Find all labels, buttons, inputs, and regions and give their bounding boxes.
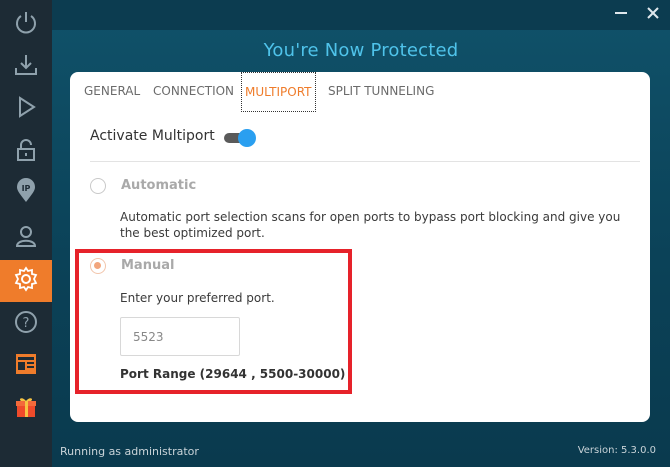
sidebar: IP ? [0, 0, 52, 467]
sidebar-item-download[interactable] [0, 46, 52, 88]
manual-label: Manual [121, 258, 175, 273]
sidebar-item-play[interactable] [0, 88, 52, 130]
port-range-label: Port Range (29644 , 5500-30000) [120, 367, 346, 381]
version-label: Version: 5.3.0.0 [577, 445, 656, 456]
settings-card: GENERAL CONNECTION MULTIPORT SPLIT TUNNE… [70, 72, 650, 422]
gift-icon [13, 394, 39, 425]
gear-icon [13, 265, 39, 297]
sidebar-item-settings[interactable] [0, 260, 52, 302]
tab-connection[interactable]: CONNECTION [153, 84, 234, 98]
minimize-icon [614, 6, 628, 25]
sidebar-item-lock[interactable] [0, 131, 52, 173]
title-bar [52, 0, 670, 30]
user-icon [13, 223, 39, 254]
port-input[interactable] [120, 317, 240, 356]
ip-icon-label: IP [22, 184, 31, 193]
sidebar-item-help[interactable]: ? [0, 303, 52, 345]
page-title: You're Now Protected [263, 40, 459, 61]
ip-location-icon: IP [13, 177, 39, 209]
close-button[interactable] [642, 4, 664, 26]
tab-multiport[interactable]: MULTIPORT [241, 72, 316, 112]
multiport-toggle[interactable] [224, 129, 256, 147]
help-icon-label: ? [23, 316, 30, 331]
power-icon [13, 9, 39, 40]
divider [90, 161, 640, 162]
sidebar-item-power[interactable] [0, 3, 52, 45]
minimize-button[interactable] [610, 4, 632, 26]
download-icon [13, 52, 39, 83]
automatic-description: Automatic port selection scans for open … [120, 210, 621, 240]
automatic-label: Automatic [121, 178, 197, 193]
sidebar-item-news[interactable] [0, 345, 52, 387]
sidebar-item-account[interactable] [0, 217, 52, 259]
sidebar-item-ip[interactable]: IP [0, 172, 52, 214]
play-icon [13, 94, 39, 125]
sidebar-item-gift[interactable] [0, 388, 52, 430]
close-icon [646, 6, 660, 25]
settings-tabs: GENERAL CONNECTION MULTIPORT SPLIT TUNNE… [70, 72, 650, 112]
lock-icon [13, 137, 39, 168]
manual-radio[interactable] [90, 258, 106, 274]
status-running: Running as administrator [60, 445, 199, 458]
automatic-radio[interactable] [90, 178, 106, 194]
help-icon: ? [13, 309, 39, 340]
activate-multiport-label: Activate Multiport [90, 128, 215, 144]
news-icon [13, 351, 39, 382]
toggle-knob [238, 129, 256, 147]
tab-split-tunneling[interactable]: SPLIT TUNNELING [328, 84, 434, 98]
manual-instruction: Enter your preferred port. [120, 291, 275, 305]
tab-general[interactable]: GENERAL [84, 84, 140, 98]
